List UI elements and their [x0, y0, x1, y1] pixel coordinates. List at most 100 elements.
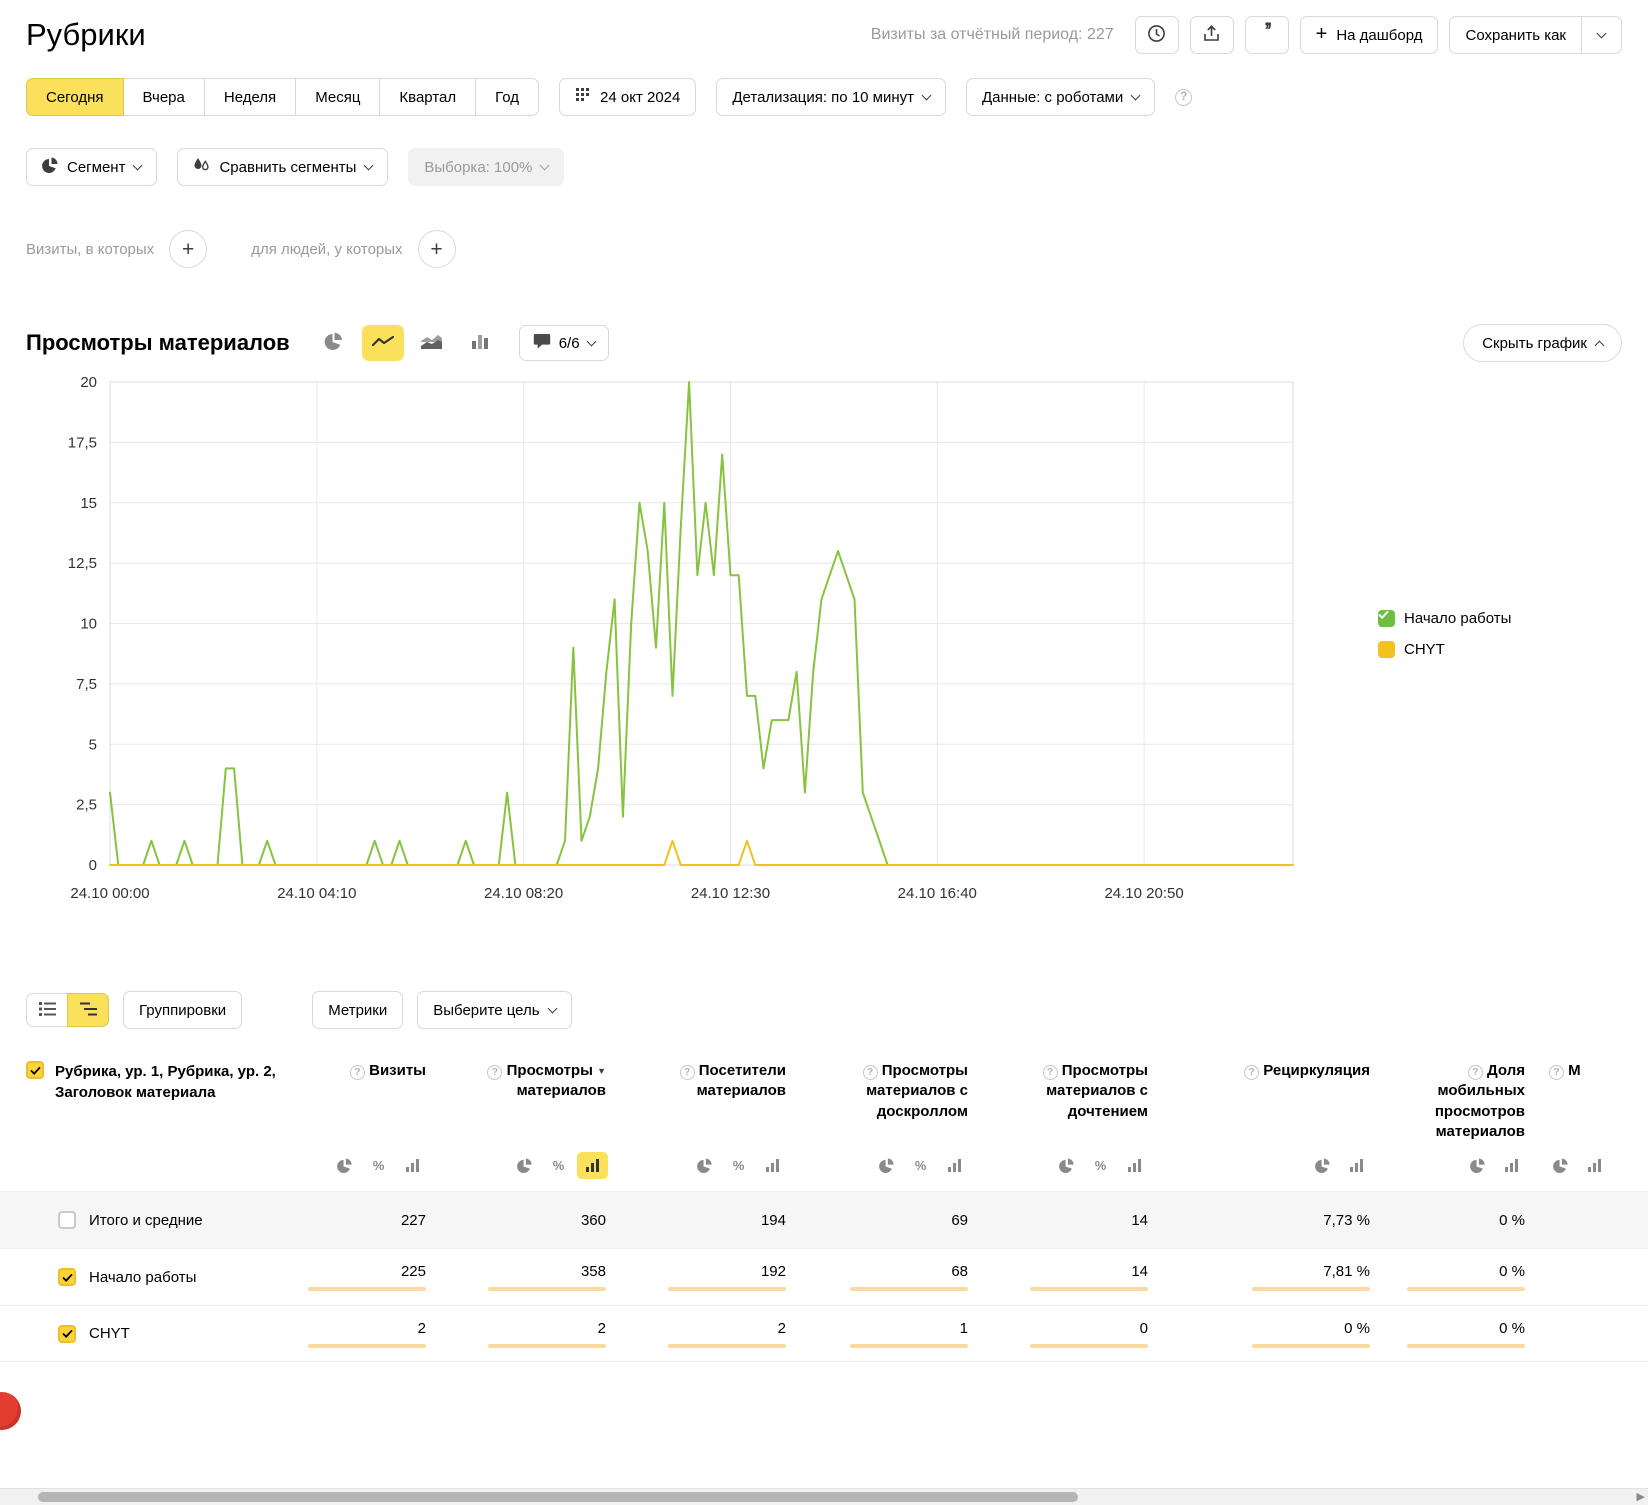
pie-toggle-icon[interactable] — [1545, 1152, 1576, 1179]
tree-view-button[interactable] — [67, 993, 109, 1027]
column-header[interactable]: Просмотры материалов — [436, 1053, 616, 1144]
row-checkbox[interactable] — [58, 1268, 76, 1286]
metric-help-icon[interactable] — [350, 1065, 365, 1080]
column-header[interactable]: Посетители материалов — [616, 1053, 796, 1144]
series-checkbox[interactable] — [1378, 641, 1395, 658]
metric-value: 2 — [626, 1320, 786, 1337]
add-people-filter-button[interactable] — [418, 230, 456, 268]
detalization-dropdown[interactable]: Детализация: по 10 минут — [716, 78, 946, 116]
pie-toggle-icon[interactable] — [329, 1152, 360, 1179]
compare-button[interactable] — [1245, 16, 1289, 54]
data-mode-dropdown[interactable]: Данные: с роботами — [966, 78, 1155, 116]
metric-value: 2 — [306, 1320, 426, 1337]
bar-chart-view-button[interactable] — [460, 325, 502, 361]
group-column-label: Рубрика, ур. 1, Рубрика, ур. 2, Заголово… — [55, 1061, 286, 1103]
percent-toggle-icon[interactable]: % — [543, 1152, 574, 1179]
pie-toggle-icon[interactable] — [1462, 1152, 1493, 1179]
column-header[interactable]: Просмотры материалов с дочтением — [978, 1053, 1158, 1144]
add-visit-filter-button[interactable] — [169, 230, 207, 268]
period-tab[interactable]: Месяц — [295, 78, 380, 116]
sort-desc-icon[interactable] — [597, 1062, 606, 1079]
period-tab[interactable]: Квартал — [379, 78, 476, 116]
save-as-dropdown-button[interactable] — [1582, 16, 1622, 54]
column-header[interactable]: М — [1535, 1053, 1648, 1144]
date-picker-button[interactable]: 24 окт 2024 — [559, 78, 696, 116]
horizontal-scrollbar[interactable]: ▶ — [0, 1488, 1648, 1505]
column-header[interactable]: Доля мобильных просмотров материалов — [1380, 1053, 1535, 1144]
share-bar — [488, 1287, 606, 1291]
column-header[interactable]: Рециркуляция — [1158, 1053, 1380, 1144]
metric-value: 360 — [446, 1212, 606, 1229]
percent-toggle-icon[interactable]: % — [723, 1152, 754, 1179]
share-bar — [1252, 1287, 1370, 1291]
chart-header: Просмотры материалов 6/6 Скрыть график — [0, 324, 1648, 362]
metric-help-icon[interactable] — [863, 1065, 878, 1080]
chevron-down-icon — [364, 160, 374, 170]
bars-toggle-icon[interactable] — [397, 1152, 428, 1179]
line-chart-view-button[interactable] — [362, 325, 404, 361]
select-all-checkbox[interactable] — [26, 1061, 44, 1079]
period-tab[interactable]: Сегодня — [26, 78, 124, 116]
groupings-button[interactable]: Группировки — [123, 991, 242, 1029]
sampling-dropdown[interactable]: Выборка: 100% — [408, 148, 564, 186]
column-header[interactable]: Просмотры материалов с доскроллом — [796, 1053, 978, 1144]
percent-toggle-icon[interactable]: % — [1085, 1152, 1116, 1179]
period-tab[interactable]: Вчера — [123, 78, 205, 116]
flat-list-view-button[interactable] — [26, 993, 68, 1027]
pie-toggle-icon[interactable] — [871, 1152, 902, 1179]
percent-toggle-icon[interactable]: % — [363, 1152, 394, 1179]
row-checkbox[interactable] — [58, 1325, 76, 1343]
compare-segments-button[interactable]: Сравнить сегменты — [177, 148, 388, 186]
table-metric-toggles-row: %%%%% — [0, 1144, 1648, 1191]
visits-summary: Визиты за отчётный период: 227 — [871, 26, 1114, 44]
metric-help-icon[interactable] — [1468, 1065, 1483, 1080]
bars-toggle-icon[interactable] — [1119, 1152, 1150, 1179]
goal-dropdown[interactable]: Выберите цель — [417, 991, 571, 1029]
bars-toggle-icon[interactable] — [1341, 1152, 1372, 1179]
share-bar — [488, 1344, 606, 1348]
metric-display-toggles — [1158, 1144, 1380, 1191]
save-as-split-button: Сохранить как — [1449, 16, 1622, 54]
add-to-dashboard-button[interactable]: На дашборд — [1300, 16, 1439, 54]
scrollbar-thumb[interactable] — [38, 1492, 1078, 1502]
metric-help-icon[interactable] — [680, 1065, 695, 1080]
percent-toggle-icon[interactable]: % — [905, 1152, 936, 1179]
bars-toggle-icon[interactable] — [1579, 1152, 1610, 1179]
hide-chart-button[interactable]: Скрыть график — [1463, 324, 1622, 362]
export-button[interactable] — [1190, 16, 1234, 54]
history-button[interactable] — [1135, 16, 1179, 54]
pie-toggle-icon[interactable] — [1307, 1152, 1338, 1179]
help-icon[interactable] — [1175, 89, 1192, 106]
bars-toggle-icon[interactable] — [577, 1152, 608, 1179]
svg-text:24.10 04:10: 24.10 04:10 — [277, 885, 356, 902]
scroll-right-arrow-icon[interactable]: ▶ — [1637, 1490, 1645, 1503]
svg-text:5: 5 — [89, 736, 97, 753]
segment-button[interactable]: Сегмент — [26, 148, 157, 186]
save-as-button[interactable]: Сохранить как — [1449, 16, 1582, 54]
metric-value-cell: 0 % — [1380, 1263, 1535, 1291]
floating-badge[interactable] — [0, 1392, 21, 1430]
metric-help-icon[interactable] — [1244, 1065, 1259, 1080]
period-tab[interactable]: Год — [475, 78, 539, 116]
metric-help-icon[interactable] — [1043, 1065, 1058, 1080]
period-tab[interactable]: Неделя — [204, 78, 296, 116]
row-label: Начало работы — [89, 1269, 196, 1286]
pie-toggle-icon[interactable] — [509, 1152, 540, 1179]
column-header[interactable]: Визиты — [296, 1053, 436, 1144]
metric-help-icon[interactable] — [487, 1065, 502, 1080]
pie-toggle-icon[interactable] — [1051, 1152, 1082, 1179]
bars-toggle-icon[interactable] — [1496, 1152, 1527, 1179]
metric-value: 14 — [988, 1212, 1148, 1229]
area-chart-view-button[interactable] — [411, 325, 453, 361]
line-chart[interactable]: 24.10 00:0024.10 04:1024.10 08:2024.10 1… — [0, 370, 1330, 930]
metrics-button[interactable]: Метрики — [312, 991, 403, 1029]
metric-value-cell: 225 — [296, 1263, 436, 1291]
table-view-toggle — [26, 993, 109, 1027]
pie-toggle-icon[interactable] — [689, 1152, 720, 1179]
bars-toggle-icon[interactable] — [757, 1152, 788, 1179]
annotations-button[interactable]: 6/6 — [519, 325, 609, 361]
bars-toggle-icon[interactable] — [939, 1152, 970, 1179]
pie-chart-view-button[interactable] — [313, 325, 355, 361]
metric-help-icon[interactable] — [1549, 1065, 1564, 1080]
row-checkbox[interactable] — [58, 1211, 76, 1229]
